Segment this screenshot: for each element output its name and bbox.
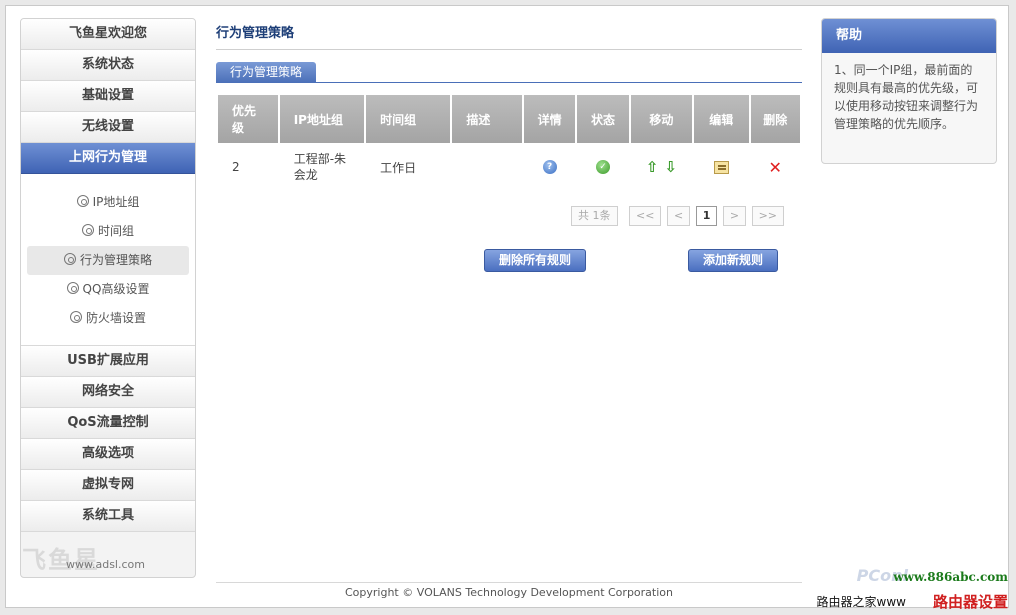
subnav-item-label: 时间组 xyxy=(97,224,134,238)
watermark-cn: 路由器设置 xyxy=(932,593,1008,611)
radio-ring-icon xyxy=(66,282,79,294)
sidebar-item-usb-apps[interactable]: USB扩展应用 xyxy=(21,346,195,377)
sidebar-item-wireless-settings[interactable]: 无线设置 xyxy=(21,112,195,143)
sidebar-item-system-status[interactable]: 系统状态 xyxy=(21,50,195,81)
column-header-edit: 编辑 xyxy=(694,95,749,143)
sidebar-item-network-security[interactable]: 网络安全 xyxy=(21,377,195,408)
edit-icon[interactable] xyxy=(713,161,729,174)
subnav-item-firewall[interactable]: 防火墙设置 xyxy=(21,304,195,333)
sidebar-item-qos[interactable]: QoS流量控制 xyxy=(21,408,195,439)
cell-delete: ✕ xyxy=(751,143,801,191)
main-content: 行为管理策略 行为管理策略 优先级 IP地址组 时间组 描述 详情 状态 移动 … xyxy=(216,22,802,272)
column-header-move: 移动 xyxy=(630,95,693,143)
sidebar-item-welcome[interactable]: 飞鱼星欢迎您 xyxy=(21,19,195,50)
help-title: 帮助 xyxy=(822,19,996,53)
subnav-item-ip-group[interactable]: IP地址组 xyxy=(21,188,195,217)
pager-next-button[interactable]: > xyxy=(722,206,747,226)
column-header-ip-group: IP地址组 xyxy=(279,95,365,143)
radio-ring-icon xyxy=(69,311,82,323)
radio-ring-icon xyxy=(81,224,94,236)
sidebar: 飞鱼星欢迎您 系统状态 基础设置 无线设置 上网行为管理 IP地址组 时间组 行… xyxy=(20,18,196,578)
info-icon[interactable] xyxy=(542,160,557,175)
delete-all-rules-button[interactable]: 删除所有规则 xyxy=(484,249,587,272)
subnav-item-time-group[interactable]: 时间组 xyxy=(21,217,195,246)
cell-move: ⇧ ⇩ xyxy=(631,143,692,191)
watermark-site: www.886abc.com xyxy=(893,570,1008,584)
check-icon[interactable] xyxy=(596,160,611,175)
arrow-up-icon[interactable]: ⇧ xyxy=(646,158,659,176)
column-header-details: 详情 xyxy=(523,95,576,143)
logo-url: www.adsl.com xyxy=(66,558,145,571)
cell-priority: 2 xyxy=(232,160,240,174)
pager-current-page[interactable]: 1 xyxy=(695,206,718,226)
help-panel: 帮助 1、同一个IP组，最前面的规则具有最高的优先级，可以使用移动按钮来调整行为… xyxy=(821,18,997,164)
brand-logo: 飞鱼星 www.adsl.com xyxy=(22,540,172,585)
cell-ip-group: 工程部-朱会龙 xyxy=(293,152,347,182)
subnav-item-label: 防火墙设置 xyxy=(85,311,146,325)
subnav-item-label: QQ高级设置 xyxy=(82,282,150,296)
column-header-delete: 删除 xyxy=(750,95,800,143)
add-new-rule-button[interactable]: 添加新规则 xyxy=(688,249,779,272)
cell-details xyxy=(524,143,575,191)
watermark-home: 路由器之家www xyxy=(816,595,906,609)
sidebar-item-behavior-management[interactable]: 上网行为管理 xyxy=(21,143,195,174)
column-header-description: 描述 xyxy=(452,95,522,143)
help-text: 1、同一个IP组，最前面的规则具有最高的优先级，可以使用移动按钮来调整行为管理策… xyxy=(834,63,979,131)
radio-ring-icon xyxy=(76,195,89,207)
pager-total: 共 1条 xyxy=(571,206,618,226)
tab-bar: 行为管理策略 xyxy=(216,62,802,83)
subnav-item-behavior-policy[interactable]: 行为管理策略 xyxy=(27,246,189,275)
subnav-item-label: 行为管理策略 xyxy=(79,253,152,267)
cell-edit xyxy=(694,143,748,191)
footer-copyright: Copyright © VOLANS Technology Developmen… xyxy=(216,582,802,599)
table-header-row: 优先级 IP地址组 时间组 描述 详情 状态 移动 编辑 删除 xyxy=(218,95,800,143)
radio-ring-icon xyxy=(63,253,76,265)
sidebar-item-vpn[interactable]: 虚拟专网 xyxy=(21,470,195,501)
pager-last-button[interactable]: >> xyxy=(751,206,784,226)
arrow-down-icon[interactable]: ⇩ xyxy=(664,158,677,176)
page-title: 行为管理策略 xyxy=(216,22,802,50)
table-row: 2 工程部-朱会龙 工作日 ⇧⇩ ✕ xyxy=(218,143,800,191)
cell-time-group: 工作日 xyxy=(380,160,417,175)
delete-icon[interactable]: ✕ xyxy=(769,158,782,177)
rules-table: 优先级 IP地址组 时间组 描述 详情 状态 移动 编辑 删除 2 工程部-朱会… xyxy=(216,95,802,191)
pagination: 共 1条 << < 1 > >> xyxy=(569,206,784,226)
tab-behavior-policy[interactable]: 行为管理策略 xyxy=(216,62,317,83)
pager-first-button[interactable]: << xyxy=(629,206,662,226)
sidebar-submenu: IP地址组 时间组 行为管理策略 QQ高级设置 防火墙设置 xyxy=(21,174,195,346)
cell-status xyxy=(577,143,628,191)
subnav-item-qq-advanced[interactable]: QQ高级设置 xyxy=(21,275,195,304)
column-header-time-group: 时间组 xyxy=(366,95,451,143)
column-header-priority: 优先级 xyxy=(218,95,278,143)
pager-prev-button[interactable]: < xyxy=(666,206,691,226)
sidebar-item-system-tools[interactable]: 系统工具 xyxy=(21,501,195,532)
column-header-status: 状态 xyxy=(577,95,629,143)
sidebar-item-advanced[interactable]: 高级选项 xyxy=(21,439,195,470)
sidebar-item-basic-settings[interactable]: 基础设置 xyxy=(21,81,195,112)
subnav-item-label: IP地址组 xyxy=(92,195,140,209)
cell-description xyxy=(452,143,522,191)
